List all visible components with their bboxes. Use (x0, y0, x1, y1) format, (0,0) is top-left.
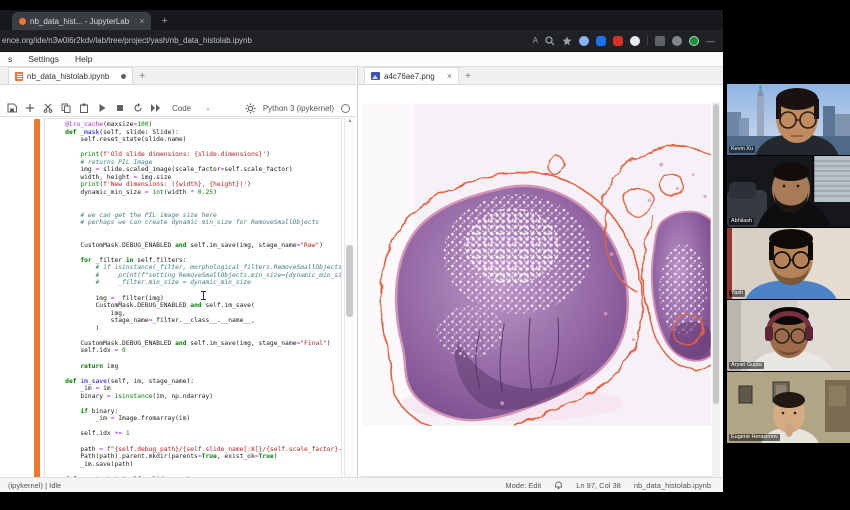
browser-url-row: ence.org/ide/n3w0l6r2kdv/lab/tree/projec… (0, 30, 723, 52)
video-tile[interactable]: Abhilash (727, 156, 850, 227)
participant-name: Yash (729, 290, 745, 297)
menu-item-help[interactable]: Help (75, 54, 92, 64)
browser-action-icons: A — (525, 36, 723, 46)
image-vscroll-thumb[interactable] (713, 104, 719, 404)
video-participants-column: Kevin Xu Abhilash (727, 84, 850, 444)
menu-item-settings[interactable]: Settings (28, 54, 59, 64)
browser-window: nb_data_hist... - JupyterLab × + ence.or… (0, 10, 723, 492)
save-icon[interactable] (6, 103, 17, 114)
puzzle-extensions-icon[interactable] (655, 36, 665, 46)
screen-share-frame: nb_data_hist... - JupyterLab × + ence.or… (0, 0, 850, 510)
notebook-toolbar: Code ⌄ Python 3 (ipykernel) (0, 100, 356, 117)
run-all-icon[interactable] (150, 103, 161, 114)
extension-blue-circle-icon[interactable] (579, 36, 589, 46)
bookmark-star-icon[interactable] (562, 36, 572, 46)
code-editor[interactable]: @lru_cache(maxsize=100) def _mask(self, … (44, 118, 342, 489)
notebook-cell-area: @lru_cache(maxsize=100) def _mask(self, … (0, 117, 356, 492)
mode-indicator[interactable]: Mode: Edit (505, 481, 541, 490)
jupyterlab-page: s Settings Help nb_data_histolab.ipynb + (0, 52, 723, 492)
text-cursor-icon (203, 291, 204, 300)
unsaved-dot-icon[interactable] (121, 74, 126, 79)
notebook-file-icon (15, 72, 23, 81)
video-tile[interactable]: Aryan Gupta (727, 300, 850, 371)
minimize-icon[interactable]: — (706, 36, 715, 46)
menu-item-truncated[interactable]: s (8, 54, 12, 64)
status-bar: (ipykernel) | Idle Mode: Edit Ln 97, Col… (0, 477, 723, 492)
account-avatar-green[interactable] (689, 36, 699, 46)
cursor-position[interactable]: Ln 97, Col 38 (576, 481, 621, 490)
jupyterlab-menubar: s Settings Help (0, 52, 723, 67)
code-lines: @lru_cache(maxsize=100) def _mask(self, … (50, 121, 341, 489)
cut-cell-icon[interactable] (42, 103, 53, 114)
jupyter-favicon-icon (19, 18, 26, 25)
notebook-tab[interactable]: nb_data_histolab.ipynb (8, 67, 133, 84)
gear-icon[interactable] (245, 103, 256, 114)
participant-video-blue-shirt (727, 228, 850, 299)
participant-name: Aryan Gupta (729, 362, 764, 369)
active-cell-indicator[interactable] (34, 119, 40, 488)
copy-cell-icon[interactable] (60, 103, 71, 114)
video-tile[interactable]: Kevin Xu (727, 84, 850, 155)
participant-video-headphones (727, 300, 850, 371)
extension-light-circle-icon[interactable] (630, 36, 640, 46)
icon-divider (647, 36, 648, 46)
image-tab[interactable]: a4c76ae7.png × (364, 67, 459, 84)
png-viewer[interactable] (358, 100, 723, 492)
browser-new-tab-button[interactable]: + (161, 15, 167, 27)
image-vertical-scrollbar[interactable] (712, 102, 720, 482)
notebook-tab-label: nb_data_histolab.ipynb (27, 72, 109, 81)
notebook-panel: nb_data_histolab.ipynb + (0, 67, 356, 492)
browser-tab-title: nb_data_hist... - JupyterLab (30, 17, 129, 26)
extension-blue-badge-icon[interactable] (596, 36, 606, 46)
notebook-tab-bar: nb_data_histolab.ipynb + (0, 67, 356, 85)
profile-person-icon[interactable] (672, 36, 682, 46)
video-tile[interactable]: Yash (727, 228, 850, 299)
bell-icon[interactable] (554, 481, 563, 490)
image-tab-label: a4c76ae7.png (384, 72, 435, 81)
paste-cell-icon[interactable] (78, 103, 89, 114)
statusbar-filename[interactable]: nb_data_histolab.ipynb (634, 481, 711, 490)
image-tab-bar: a4c76ae7.png × + (358, 67, 723, 85)
search-icon[interactable] (545, 36, 555, 46)
participant-video-city (727, 84, 850, 155)
participant-name: Eugene Herasimov (729, 434, 780, 441)
participant-video-green-room (727, 372, 850, 443)
run-cell-icon[interactable] (96, 103, 107, 114)
image-file-icon (371, 72, 380, 80)
add-cell-icon[interactable] (24, 103, 35, 114)
font-size-icon[interactable]: A (533, 36, 538, 46)
stop-kernel-icon[interactable] (114, 103, 125, 114)
cell-type-dropdown[interactable]: Code ⌄ (172, 104, 211, 113)
image-tab-close-icon[interactable]: × (447, 71, 452, 81)
participant-video-dark-room (727, 156, 850, 227)
extension-red-icon[interactable] (613, 36, 623, 46)
restart-kernel-icon[interactable] (132, 103, 143, 114)
browser-tab-strip: nb_data_hist... - JupyterLab × + (0, 10, 723, 30)
notebook-scroll-thumb[interactable] (346, 245, 353, 317)
chevron-down-icon: ⌄ (205, 104, 211, 112)
scroll-up-arrow[interactable]: ▲ (345, 117, 355, 126)
video-tile[interactable]: Eugene Herasimov (727, 372, 850, 443)
participant-name: Kevin Xu (729, 146, 755, 153)
notebook-new-tab-button[interactable]: + (139, 71, 145, 82)
kernel-status-text[interactable]: (ipykernel) | Idle (8, 481, 61, 490)
browser-tab[interactable]: nb_data_hist... - JupyterLab × (12, 12, 151, 30)
histology-image (363, 104, 711, 426)
kernel-name[interactable]: Python 3 (ipykernel) (263, 104, 334, 113)
kernel-status-circle[interactable] (341, 104, 350, 113)
tab-close-icon[interactable]: × (139, 16, 144, 26)
url-bar[interactable]: ence.org/ide/n3w0l6r2kdv/lab/tree/projec… (0, 36, 525, 45)
notebook-scrollbar[interactable]: ▲ ▼ (344, 117, 354, 492)
image-viewer-panel: a4c76ae7.png × + (357, 67, 722, 492)
participant-name: Abhilash (729, 218, 754, 225)
image-new-tab-button[interactable]: + (465, 71, 471, 82)
